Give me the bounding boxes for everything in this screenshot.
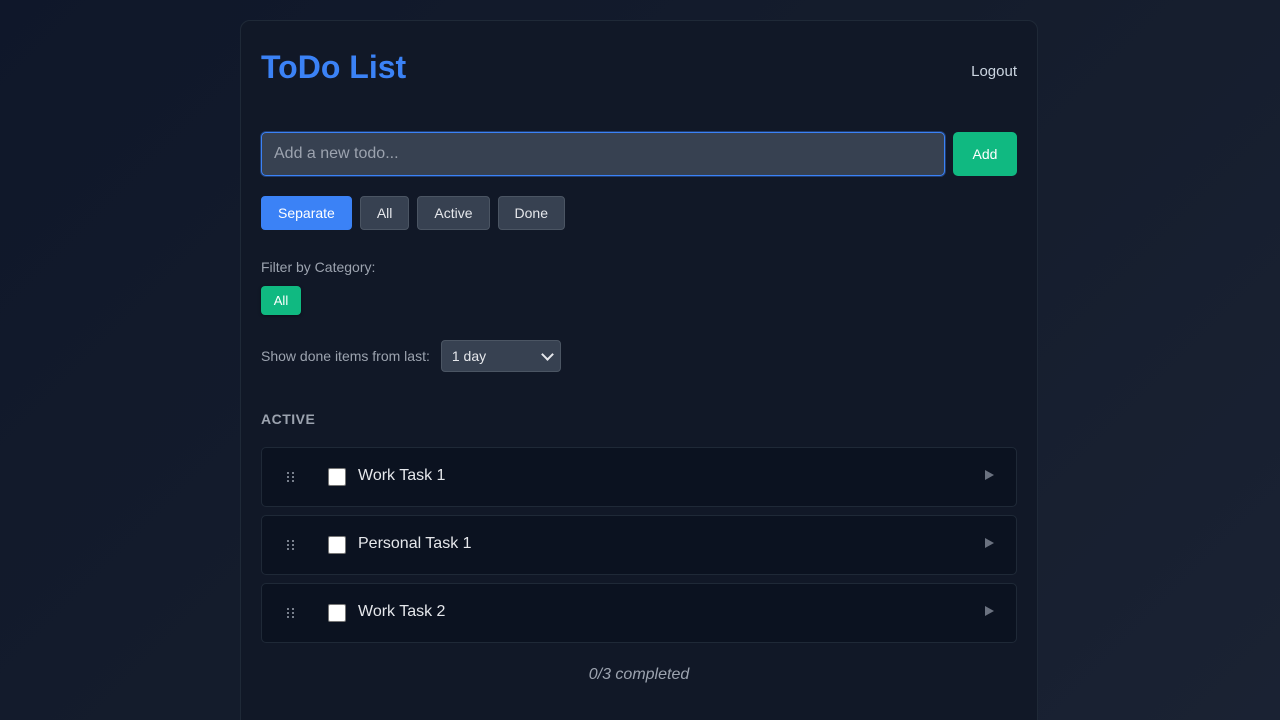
done-filter-label: Show done items from last: — [261, 348, 430, 364]
todo-checkbox[interactable] — [328, 536, 346, 554]
todo-item[interactable]: Work Task 1 — [261, 447, 1017, 507]
done-filter-row: Show done items from last: 1 day — [261, 340, 561, 372]
header: ToDo List Logout — [261, 49, 1017, 89]
done-range-value: 1 day — [451, 348, 487, 364]
done-range-select[interactable]: 1 day — [440, 340, 561, 372]
category-filter-label: Filter by Category: — [261, 259, 376, 275]
tab-separate[interactable]: Separate — [261, 196, 352, 230]
tab-active[interactable]: Active — [417, 196, 490, 230]
todo-checkbox[interactable] — [328, 468, 346, 486]
new-todo-input[interactable] — [261, 132, 945, 176]
category-chip-all[interactable]: All — [261, 286, 301, 315]
todo-card: ToDo List Logout Add Separate All Active… — [240, 20, 1038, 720]
tab-done[interactable]: Done — [497, 196, 565, 230]
todo-text: Work Task 2 — [358, 603, 446, 620]
tab-all[interactable]: All — [359, 196, 410, 230]
completion-summary: 0/3 completed — [588, 666, 690, 683]
chevron-down-icon — [540, 348, 554, 361]
todo-text: Personal Task 1 — [358, 535, 472, 552]
page-title: ToDo List — [261, 49, 407, 85]
active-todo-list: Work Task 1 Personal Task 1 Work Task 2 — [261, 447, 1017, 651]
drag-handle-icon[interactable] — [287, 540, 295, 552]
add-todo-row: Add — [261, 132, 1017, 176]
drag-handle-icon[interactable] — [287, 608, 295, 620]
add-button[interactable]: Add — [953, 132, 1017, 176]
view-tabs: Separate All Active Done — [261, 196, 565, 230]
drag-handle-icon[interactable] — [287, 472, 295, 484]
active-section-heading: ACTIVE — [261, 411, 316, 427]
todo-checkbox[interactable] — [328, 604, 346, 622]
todo-item[interactable]: Work Task 2 — [261, 583, 1017, 643]
chevron-right-icon[interactable] — [985, 470, 994, 480]
chevron-right-icon[interactable] — [985, 538, 994, 548]
logout-button[interactable]: Logout — [971, 63, 1017, 80]
todo-item[interactable]: Personal Task 1 — [261, 515, 1017, 575]
todo-text: Work Task 1 — [358, 467, 446, 484]
chevron-right-icon[interactable] — [985, 606, 994, 616]
